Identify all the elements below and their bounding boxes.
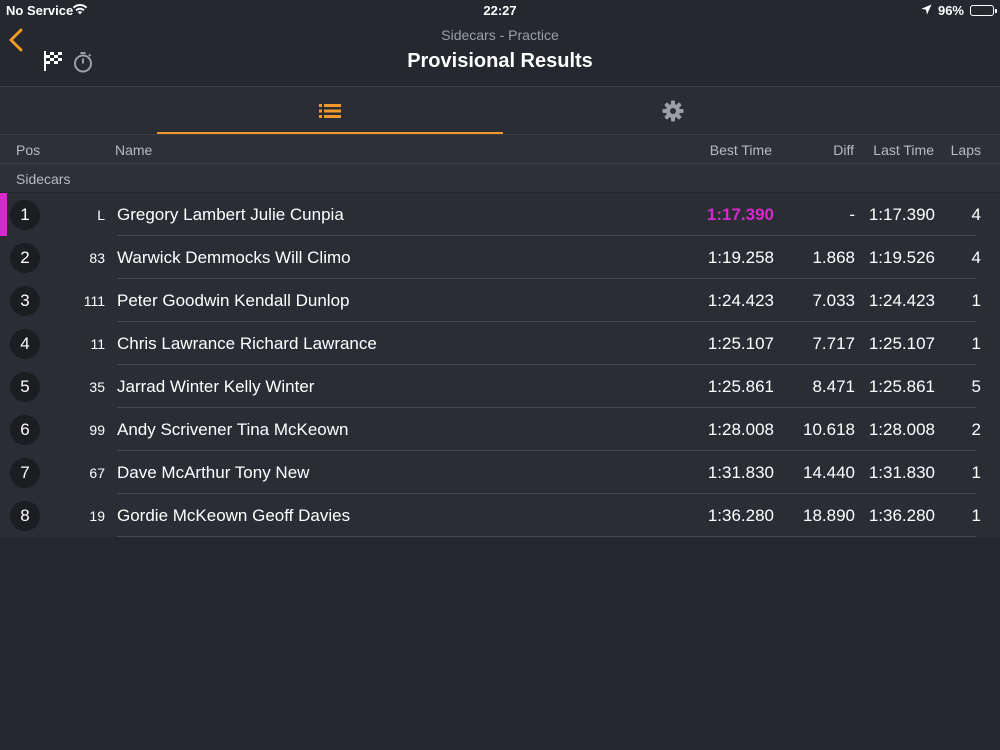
best-time: 1:28.008 <box>707 420 774 439</box>
laps-count: 5 <box>971 377 981 396</box>
table-row[interactable]: 6 99 Andy Scrivener Tina McKeown 1:28.00… <box>0 408 1000 451</box>
location-arrow-icon <box>921 3 932 18</box>
best-time: 1:36.280 <box>707 506 774 525</box>
position-badge: 4 <box>10 329 40 359</box>
session-subtitle: Sidecars - Practice <box>441 27 559 43</box>
laps-count: 1 <box>971 334 981 353</box>
rider-number: 11 <box>90 336 105 352</box>
best-time: 1:19.258 <box>707 248 774 267</box>
laps-count: 1 <box>971 506 981 525</box>
position-badge: 3 <box>10 286 40 316</box>
tab-bar <box>0 87 1000 135</box>
rider-number: L <box>97 207 105 223</box>
last-time: 1:17.390 <box>868 205 935 224</box>
position-badge: 8 <box>10 501 40 531</box>
nav-header: Sidecars - Practice Provisional Results <box>0 20 1000 87</box>
column-header-best-time: Best Time <box>709 142 772 158</box>
best-time: 1:25.861 <box>707 377 774 396</box>
best-time: 1:17.390 <box>706 205 774 224</box>
rider-names: Andy Scrivener Tina McKeown <box>117 420 349 439</box>
diff-time: 18.890 <box>803 506 855 525</box>
diff-time: 8.471 <box>812 377 855 396</box>
diff-time: 7.033 <box>812 291 855 310</box>
position-badge: 6 <box>10 415 40 445</box>
table-row[interactable]: 3 111 Peter Goodwin Kendall Dunlop 1:24.… <box>0 279 1000 322</box>
rider-number: 19 <box>89 508 105 524</box>
laps-count: 4 <box>971 205 981 224</box>
tab-results-list[interactable] <box>157 87 503 134</box>
results-list: 1 L Gregory Lambert Julie Cunpia 1:17.39… <box>0 193 1000 537</box>
class-group-header: Sidecars <box>0 164 1000 192</box>
rider-names: Peter Goodwin Kendall Dunlop <box>117 291 350 310</box>
last-time: 1:25.861 <box>868 377 935 396</box>
battery-percent: 96% <box>937 3 964 18</box>
last-time: 1:19.526 <box>868 248 935 267</box>
rider-number: 35 <box>89 379 105 395</box>
table-row[interactable]: 1 L Gregory Lambert Julie Cunpia 1:17.39… <box>0 193 1000 236</box>
best-time: 1:31.830 <box>707 463 774 482</box>
tab-settings[interactable] <box>503 87 843 134</box>
diff-time: - <box>849 205 855 224</box>
page-title: Provisional Results <box>407 50 593 72</box>
last-time: 1:31.830 <box>868 463 935 482</box>
last-time: 1:25.107 <box>868 334 935 353</box>
gear-icon <box>662 100 684 121</box>
rider-names: Warwick Demmocks Will Climo <box>117 248 351 267</box>
rider-number: 99 <box>89 422 105 438</box>
status-bar: No Service 22:27 96% <box>0 0 1000 20</box>
best-time: 1:25.107 <box>707 334 774 353</box>
rider-names: Gordie McKeown Geoff Davies <box>117 506 351 525</box>
last-time: 1:28.008 <box>868 420 935 439</box>
table-row[interactable]: 4 11 Chris Lawrance Richard Lawrance 1:2… <box>0 322 1000 365</box>
laps-count: 1 <box>971 463 981 482</box>
table-row[interactable]: 2 83 Warwick Demmocks Will Climo 1:19.25… <box>0 236 1000 279</box>
class-group-label: Sidecars <box>16 171 71 187</box>
diff-time: 14.440 <box>803 463 855 482</box>
table-row[interactable]: 7 67 Dave McArthur Tony New 1:31.830 14.… <box>0 451 1000 494</box>
rider-number: 83 <box>89 250 105 266</box>
leader-marker <box>0 193 7 236</box>
position-badge: 2 <box>10 243 40 273</box>
active-tab-indicator <box>157 132 503 134</box>
position-badge: 1 <box>10 200 40 230</box>
table-header: Pos Name Best Time Diff Last Time Laps <box>0 135 1000 164</box>
list-icon <box>319 103 341 118</box>
diff-time: 7.717 <box>812 334 855 353</box>
battery-icon <box>970 5 997 16</box>
last-time: 1:24.423 <box>868 291 935 310</box>
table-row[interactable]: 8 19 Gordie McKeown Geoff Davies 1:36.28… <box>0 494 1000 537</box>
column-header-last-time: Last Time <box>873 142 934 158</box>
laps-count: 2 <box>971 420 981 439</box>
position-badge: 5 <box>10 372 40 402</box>
rider-number: 111 <box>83 293 105 309</box>
rider-names: Jarrad Winter Kelly Winter <box>117 377 315 396</box>
diff-time: 1.868 <box>812 248 855 267</box>
laps-count: 1 <box>971 291 981 310</box>
row-divider <box>117 536 976 537</box>
position-badge: 7 <box>10 458 40 488</box>
clock: 22:27 <box>483 3 517 18</box>
last-time: 1:36.280 <box>868 506 935 525</box>
rider-names: Gregory Lambert Julie Cunpia <box>117 205 344 224</box>
rider-number: 67 <box>89 465 105 481</box>
column-header-diff: Diff <box>833 142 854 158</box>
rider-names: Dave McArthur Tony New <box>117 463 310 482</box>
rider-names: Chris Lawrance Richard Lawrance <box>117 334 377 353</box>
laps-count: 4 <box>971 248 981 267</box>
best-time: 1:24.423 <box>707 291 774 310</box>
diff-time: 10.618 <box>803 420 855 439</box>
column-header-laps: Laps <box>950 142 981 158</box>
column-header-pos: Pos <box>16 142 41 158</box>
column-header-name: Name <box>115 142 153 158</box>
table-row[interactable]: 5 35 Jarrad Winter Kelly Winter 1:25.861… <box>0 365 1000 408</box>
